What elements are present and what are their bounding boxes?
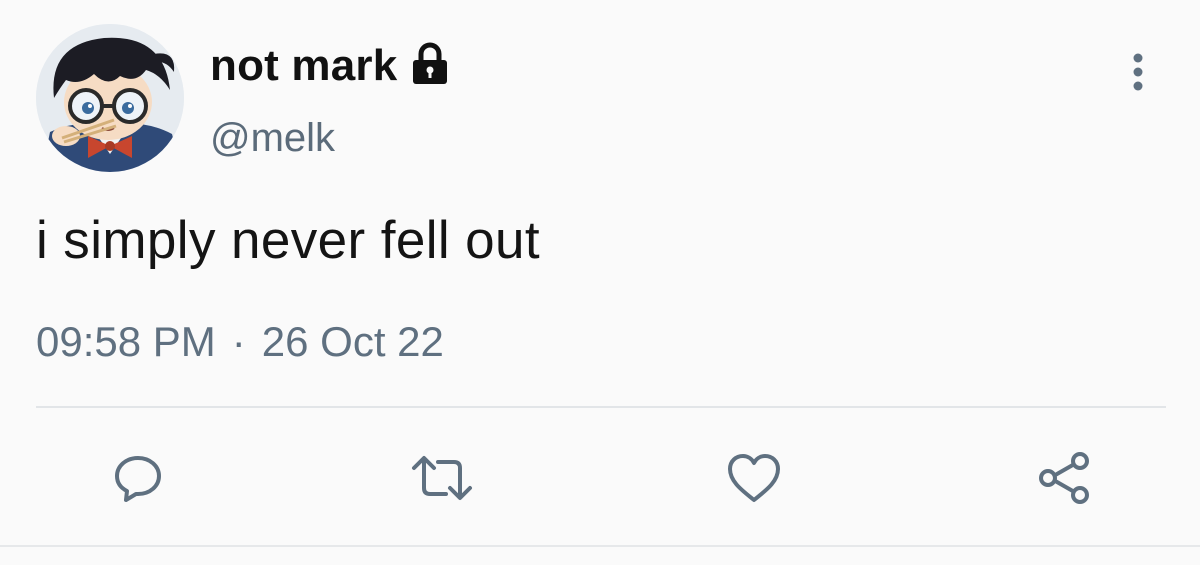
tweet-text: i simply never fell out bbox=[36, 211, 541, 270]
tweet-time: 09:58 PM bbox=[36, 318, 216, 365]
vertical-dots-icon[interactable] bbox=[1120, 50, 1156, 94]
tweet-detail: not mark @melk i simply never fell out 0… bbox=[0, 0, 1200, 565]
display-name[interactable]: not mark bbox=[210, 41, 397, 91]
avatar[interactable] bbox=[36, 24, 184, 172]
tweet-timestamp[interactable]: 09:58 PM · 26 Oct 22 bbox=[36, 318, 444, 366]
share-button[interactable] bbox=[1032, 446, 1096, 510]
anime-boy-avatar-icon bbox=[36, 24, 184, 172]
tweet-date: 26 Oct 22 bbox=[261, 318, 444, 365]
reply-button[interactable] bbox=[106, 446, 170, 510]
share-icon bbox=[1039, 452, 1089, 504]
heart-icon bbox=[728, 454, 780, 502]
timestamp-separator: · bbox=[231, 318, 246, 365]
reply-icon bbox=[115, 456, 161, 502]
lock-icon bbox=[413, 42, 448, 84]
retweet-icon bbox=[412, 456, 472, 500]
like-button[interactable] bbox=[722, 446, 786, 510]
author-name-row: not mark bbox=[210, 38, 453, 94]
bottom-divider bbox=[0, 545, 1200, 547]
author-handle[interactable]: @melk bbox=[210, 116, 335, 161]
retweet-button[interactable] bbox=[410, 446, 474, 510]
divider bbox=[36, 406, 1166, 408]
